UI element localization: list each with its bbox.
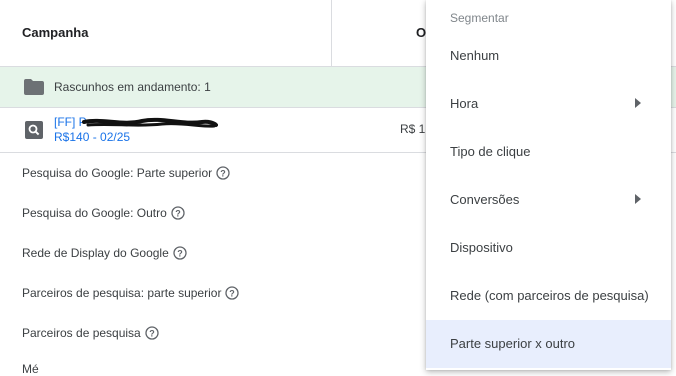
segment-row: Parceiros de pesquisa: parte superior ? [22, 286, 240, 300]
segment-label: Parceiros de pesquisa: parte superior [22, 286, 222, 300]
redaction-scribble [82, 117, 218, 128]
campaign-cost: R$ 1 [400, 122, 426, 136]
help-circle-icon[interactable]: ? [216, 166, 230, 180]
menu-item-label: Tipo de clique [450, 144, 531, 159]
menu-item-device[interactable]: Dispositivo [426, 224, 671, 272]
svg-text:?: ? [220, 168, 226, 178]
help-circle-icon[interactable]: ? [225, 286, 240, 300]
svg-text:?: ? [177, 248, 183, 258]
column-divider [331, 0, 332, 66]
menu-item-top-vs-other[interactable]: Parte superior x outro [426, 320, 671, 368]
campaign-budget-link[interactable]: R$140 - 02/25 [54, 130, 130, 144]
column-header-campaign[interactable]: Campanha [22, 25, 88, 40]
svg-text:?: ? [149, 328, 155, 338]
menu-item-click-type[interactable]: Tipo de clique [426, 128, 671, 176]
menu-item-label: Hora [450, 96, 479, 111]
segment-label: Mé [22, 362, 39, 376]
menu-item-hour[interactable]: Hora [426, 80, 671, 128]
segment-menu: Segmentar Nenhum Hora Tipo de clique Con… [426, 0, 671, 370]
menu-item-label: Parte superior x outro [450, 336, 576, 351]
help-circle-icon[interactable]: ? [171, 206, 185, 220]
segment-label: Pesquisa do Google: Outro [22, 206, 167, 220]
folder-icon [24, 79, 44, 95]
drafts-label: Rascunhos em andamento: 1 [54, 80, 211, 94]
segment-row: Pesquisa do Google: Outro ? [22, 206, 185, 220]
chevron-right-icon [635, 98, 641, 108]
menu-item-network[interactable]: Rede (com parceiros de pesquisa) [426, 272, 671, 320]
chevron-right-icon [635, 194, 641, 204]
help-circle-icon[interactable]: ? [145, 326, 159, 340]
menu-item-none[interactable]: Nenhum [426, 32, 671, 80]
menu-item-conversions[interactable]: Conversões [426, 176, 671, 224]
menu-title: Segmentar [450, 11, 509, 25]
menu-item-label: Rede (com parceiros de pesquisa) [450, 288, 649, 303]
svg-text:?: ? [230, 288, 236, 298]
segment-label: Parceiros de pesquisa [22, 326, 141, 340]
svg-text:?: ? [175, 208, 181, 218]
segment-row: Mé [22, 362, 39, 376]
menu-item-label: Conversões [450, 192, 520, 207]
help-circle-icon[interactable]: ? [173, 246, 187, 260]
menu-item-label: Nenhum [450, 48, 500, 63]
search-icon [25, 121, 43, 139]
segment-row: Pesquisa do Google: Parte superior ? [22, 166, 230, 180]
menu-item-label: Dispositivo [450, 240, 513, 255]
segment-row: Parceiros de pesquisa ? [22, 326, 159, 340]
segment-label: Pesquisa do Google: Parte superior [22, 166, 213, 180]
segment-label: Rede de Display do Google [22, 246, 169, 260]
segment-row: Rede de Display do Google ? [22, 246, 187, 260]
